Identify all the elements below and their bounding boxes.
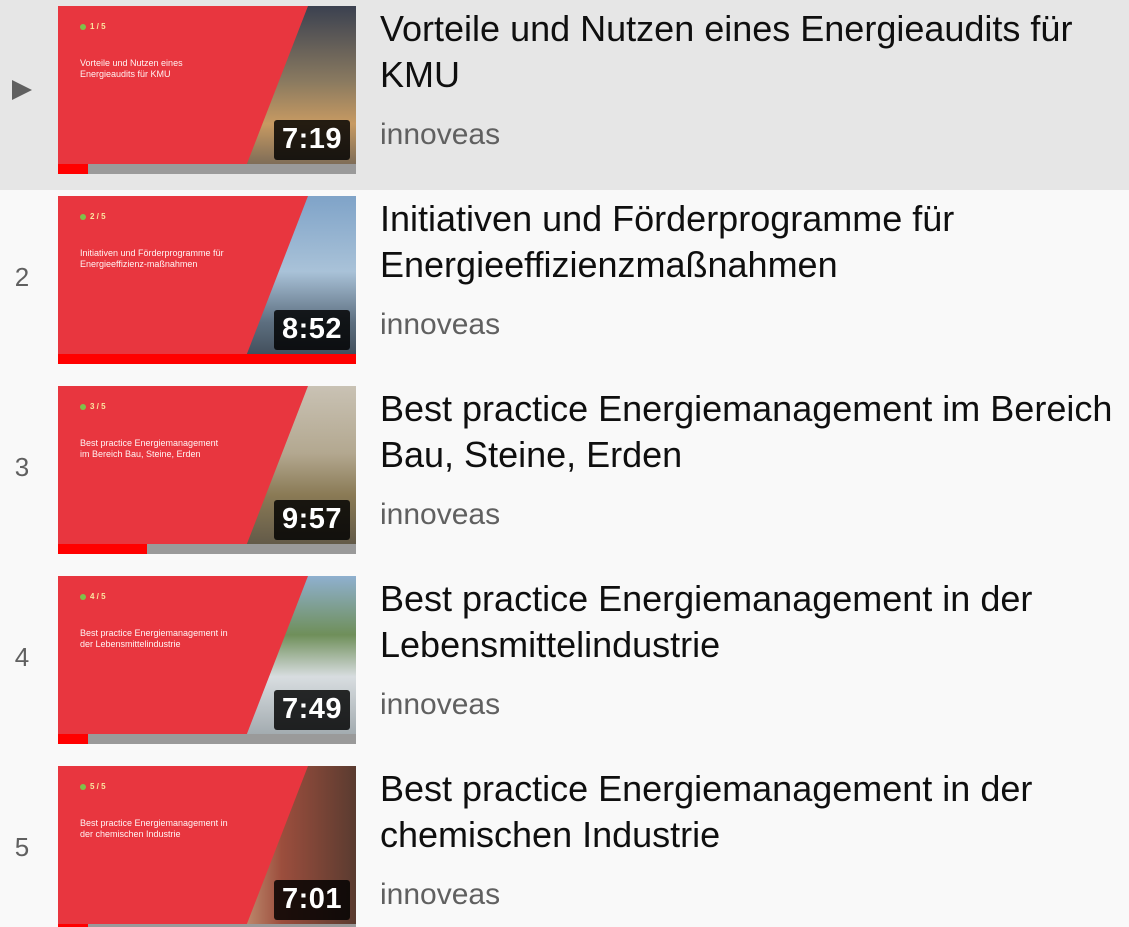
duration-badge: 7:19 — [273, 120, 350, 160]
watch-progress-bar — [58, 544, 356, 554]
playlist-item[interactable]: 4 4 / 5 Best practice Energiemanagement … — [0, 570, 1129, 760]
thumbnail-text: Initiativen und Förderprogramme für Ener… — [80, 248, 224, 269]
playlist-item[interactable]: 1 / 5 Vorteile und Nutzen eines Energiea… — [0, 0, 1129, 190]
video-thumbnail[interactable]: 3 / 5 Best practice Energiemanagement im… — [58, 386, 356, 554]
video-meta: Best practice Energiemanagement in der L… — [380, 576, 1129, 721]
video-thumbnail[interactable]: 1 / 5 Vorteile und Nutzen eines Energiea… — [58, 6, 356, 174]
thumbnail-series-tag: 5 / 5 — [80, 782, 106, 791]
video-title[interactable]: Initiativen und Förderprogramme für Ener… — [380, 196, 1129, 288]
thumbnail-series-tag: 1 / 5 — [80, 22, 106, 31]
channel-name[interactable]: innoveas — [380, 688, 500, 722]
thumbnail-text: Vorteile und Nutzen eines Energieaudits … — [80, 58, 183, 79]
watch-progress-fill — [58, 164, 88, 174]
playlist-item[interactable]: 2 2 / 5 Initiativen und Förderprogramme … — [0, 190, 1129, 380]
video-meta: Vorteile und Nutzen eines Energieaudits … — [380, 6, 1129, 151]
duration-badge: 9:57 — [273, 500, 350, 540]
playlist-item[interactable]: 3 3 / 5 Best practice Energiemanagement … — [0, 380, 1129, 570]
thumbnail-text: Best practice Energiemanagement im Berei… — [80, 438, 219, 459]
watch-progress-fill — [58, 544, 148, 554]
video-thumbnail[interactable]: 2 / 5 Initiativen und Förderprogramme fü… — [58, 196, 356, 364]
channel-name[interactable]: innoveas — [380, 118, 500, 152]
playlist-index: 5 — [14, 832, 30, 862]
watch-progress-bar — [58, 734, 356, 744]
duration-badge: 8:52 — [273, 310, 350, 350]
video-thumbnail[interactable]: 5 / 5 Best practice Energiemanagement in… — [58, 766, 356, 927]
video-meta: Initiativen und Förderprogramme für Ener… — [380, 196, 1129, 341]
video-meta: Best practice Energiemanagement in der c… — [380, 766, 1129, 911]
video-title[interactable]: Best practice Energiemanagement in der c… — [380, 766, 1129, 858]
duration-badge: 7:01 — [273, 880, 350, 920]
video-thumbnail[interactable]: 4 / 5 Best practice Energiemanagement in… — [58, 576, 356, 744]
thumbnail-series-tag: 3 / 5 — [80, 402, 106, 411]
play-arrow-icon — [12, 80, 32, 100]
thumbnail-series-tag: 2 / 5 — [80, 212, 106, 221]
video-title[interactable]: Vorteile und Nutzen eines Energieaudits … — [380, 6, 1129, 98]
video-title[interactable]: Best practice Energiemanagement im Berei… — [380, 386, 1129, 478]
watch-progress-bar — [58, 354, 356, 364]
playlist-index: 3 — [14, 452, 30, 482]
channel-name[interactable]: innoveas — [380, 878, 500, 912]
playlist-panel: 1 / 5 Vorteile und Nutzen eines Energiea… — [0, 0, 1129, 927]
channel-name[interactable]: innoveas — [380, 308, 500, 342]
video-meta: Best practice Energiemanagement im Berei… — [380, 386, 1129, 531]
thumbnail-series-tag: 4 / 5 — [80, 592, 106, 601]
duration-badge: 7:49 — [273, 690, 350, 730]
watch-progress-bar — [58, 164, 356, 174]
video-title[interactable]: Best practice Energiemanagement in der L… — [380, 576, 1129, 668]
thumbnail-text: Best practice Energiemanagement in der L… — [80, 628, 228, 649]
playlist-index: 4 — [14, 642, 30, 672]
playlist-item[interactable]: 5 5 / 5 Best practice Energiemanagement … — [0, 760, 1129, 927]
thumbnail-text: Best practice Energiemanagement in der c… — [80, 818, 228, 839]
channel-name[interactable]: innoveas — [380, 498, 500, 532]
watch-progress-fill — [58, 734, 88, 744]
watch-progress-fill — [58, 354, 356, 364]
playlist-index: 2 — [14, 262, 30, 292]
